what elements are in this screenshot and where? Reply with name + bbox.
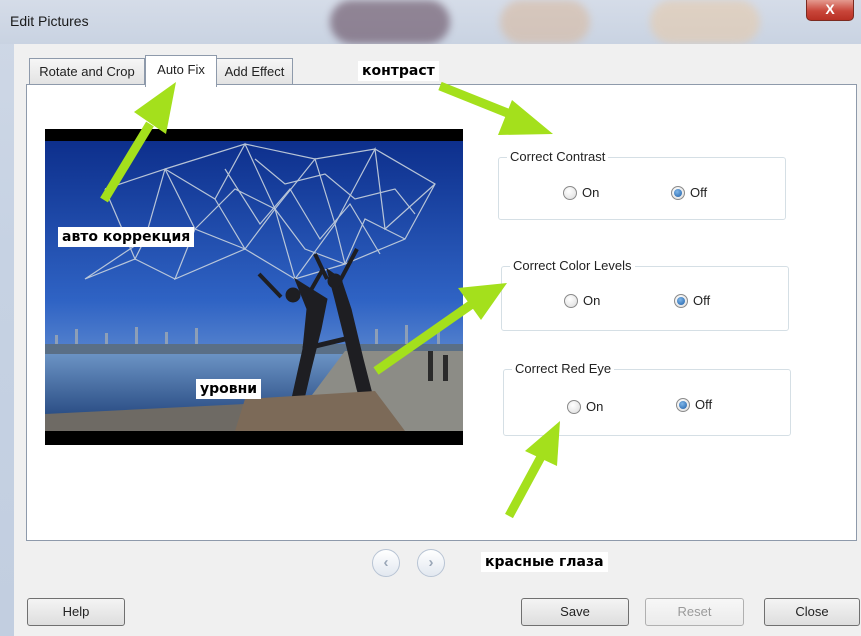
annotation-auto-correction: авто коррекция	[58, 227, 195, 247]
title-bar-blur	[500, 0, 590, 44]
previous-picture-button[interactable]: ‹	[372, 549, 400, 577]
red-eye-off-radio[interactable]: Off	[676, 397, 712, 412]
radio-checked-icon	[671, 185, 685, 200]
contrast-off-radio[interactable]: Off	[671, 185, 707, 200]
window-title: Edit Pictures	[10, 13, 89, 29]
color-levels-on-radio[interactable]: On	[564, 293, 600, 308]
annotation-levels: уровни	[196, 379, 262, 399]
tab-add-effect[interactable]: Add Effect	[216, 58, 293, 84]
tab-auto-fix[interactable]: Auto Fix	[145, 55, 217, 87]
close-window-button[interactable]: X	[806, 0, 854, 21]
chevron-right-icon: ›	[428, 554, 434, 571]
color-levels-off-label: Off	[693, 293, 711, 308]
correct-color-levels-group: Correct Color Levels On Off	[501, 258, 789, 331]
correct-red-eye-title: Correct Red Eye	[512, 361, 615, 376]
color-levels-off-radio[interactable]: Off	[674, 293, 710, 308]
reset-button[interactable]: Reset	[645, 598, 744, 626]
contrast-on-label: On	[582, 185, 600, 200]
annotation-red-eyes: красные глаза	[481, 552, 608, 572]
red-eye-on-radio[interactable]: On	[567, 399, 603, 414]
radio-checked-icon	[674, 293, 688, 308]
correct-color-levels-title: Correct Color Levels	[510, 258, 635, 273]
contrast-off-label: Off	[690, 185, 708, 200]
annotation-contrast: контраст	[358, 61, 439, 81]
close-button[interactable]: Close	[764, 598, 860, 626]
radio-unchecked-icon	[564, 293, 578, 308]
chevron-left-icon: ‹	[383, 554, 389, 571]
title-bar-blur	[330, 0, 450, 44]
correct-contrast-group: Correct Contrast On Off	[498, 149, 786, 220]
save-button[interactable]: Save	[521, 598, 629, 626]
red-eye-on-label: On	[586, 399, 604, 414]
contrast-on-radio[interactable]: On	[563, 185, 599, 200]
red-eye-off-label: Off	[695, 397, 713, 412]
color-levels-on-label: On	[583, 293, 601, 308]
radio-unchecked-icon	[567, 399, 581, 414]
correct-contrast-title: Correct Contrast	[507, 149, 609, 164]
edit-pictures-window: Edit Pictures X Rotate and Crop Auto Fix…	[0, 0, 861, 636]
next-picture-button[interactable]: ›	[417, 549, 445, 577]
correct-red-eye-group: Correct Red Eye On Off	[503, 361, 791, 436]
radio-checked-icon	[676, 397, 690, 412]
title-bar: Edit Pictures X	[0, 0, 861, 44]
title-bar-blur	[650, 0, 760, 44]
help-button[interactable]: Help	[27, 598, 125, 626]
tab-rotate-and-crop[interactable]: Rotate and Crop	[29, 58, 145, 84]
radio-unchecked-icon	[563, 185, 577, 200]
